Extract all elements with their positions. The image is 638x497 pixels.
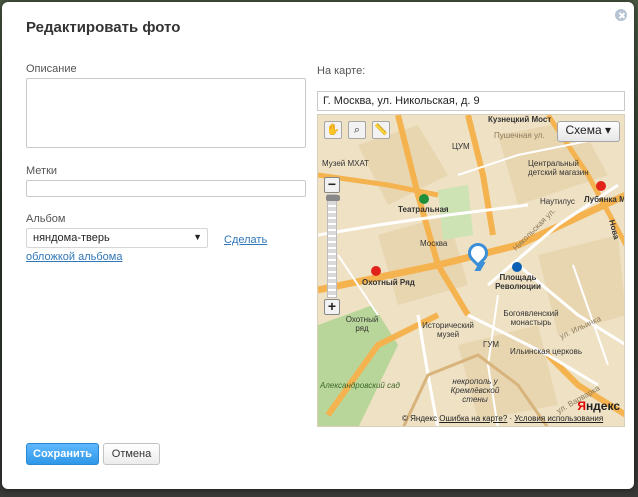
map-place-lubyanka: Лубянка Мет: [584, 195, 624, 204]
save-button[interactable]: Сохранить: [26, 443, 99, 465]
map-place-tsum: ЦУМ: [452, 142, 470, 151]
map-place-alexander-garden: Александровский сад: [320, 381, 400, 390]
yandex-logo: Яндекс: [577, 399, 620, 413]
map-place-nautilus: Наутилус: [540, 197, 575, 206]
hand-tool-icon[interactable]: ✋: [324, 121, 342, 139]
map-place-kuznetsky: Кузнецкий Мост: [488, 115, 552, 124]
yandex-logo-first-letter: Я: [577, 399, 586, 413]
zoom-out-button[interactable]: −: [324, 177, 340, 193]
map-place-bogoyavlensky: Богоявленский монастырь: [503, 309, 559, 327]
map-scheme-button[interactable]: Схема ▾: [556, 121, 620, 142]
ruler-tool-icon[interactable]: 📏: [372, 121, 390, 139]
copyright-text: © Яндекс: [402, 414, 438, 423]
map-place-ploshchad-revolyutsii: Площадь Революции: [495, 273, 541, 291]
zoom-slider[interactable]: [326, 194, 340, 298]
zoom-slider-handle[interactable]: [326, 195, 340, 201]
zoom-in-button[interactable]: +: [324, 299, 340, 315]
description-textarea[interactable]: [26, 78, 306, 148]
yandex-logo-rest: ндекс: [585, 399, 620, 413]
tags-input[interactable]: [26, 180, 306, 197]
map-place-historic-museum: Исторический музей: [422, 321, 474, 339]
tags-label: Метки: [26, 165, 58, 177]
magnifier-tool-icon[interactable]: ⌕: [348, 121, 366, 139]
make-cover-link[interactable]: Сделать обложкой альбома: [26, 232, 286, 266]
map-copyright: © Яндекс Ошибка на карте? · Условия испо…: [402, 414, 604, 423]
map-place-okhotny-ryad-mall: Охотный ряд: [345, 315, 379, 333]
map-place-ilyinskaya: Ильинская церковь: [510, 347, 582, 356]
description-label: Описание: [26, 63, 77, 75]
close-icon[interactable]: [615, 9, 627, 21]
edit-photo-dialog: Редактировать фото Описание Метки Альбом…: [2, 2, 634, 489]
map-terms-link[interactable]: Условия использования: [514, 414, 603, 423]
map-place-teatralnaya: Театральная: [398, 205, 449, 214]
map-place-gum: ГУМ: [483, 340, 500, 349]
map-place-necropolis: некрополь у Кремлёвской стены: [450, 377, 500, 404]
map-error-link[interactable]: Ошибка на карте?: [439, 414, 507, 423]
address-input[interactable]: [317, 91, 625, 111]
map[interactable]: ✋ ⌕ 📏 Схема ▾ − + Кузнецкий Мост Пушечна…: [317, 114, 625, 427]
map-label: На карте:: [317, 65, 366, 77]
album-label: Альбом: [26, 213, 66, 225]
map-place-mkhat: Музей МХАТ: [322, 159, 370, 168]
dialog-title: Редактировать фото: [26, 19, 181, 36]
zoom-control: − +: [324, 177, 340, 315]
cancel-button[interactable]: Отмена: [103, 443, 160, 465]
map-place-children-store: Центральный детский магазин: [528, 159, 589, 177]
map-place-moskva: Москва: [420, 239, 448, 248]
map-place-pushechnaya: Пушечная ул.: [494, 131, 545, 140]
map-place-okhotny-ryad: Охотный Ряд: [362, 278, 415, 287]
